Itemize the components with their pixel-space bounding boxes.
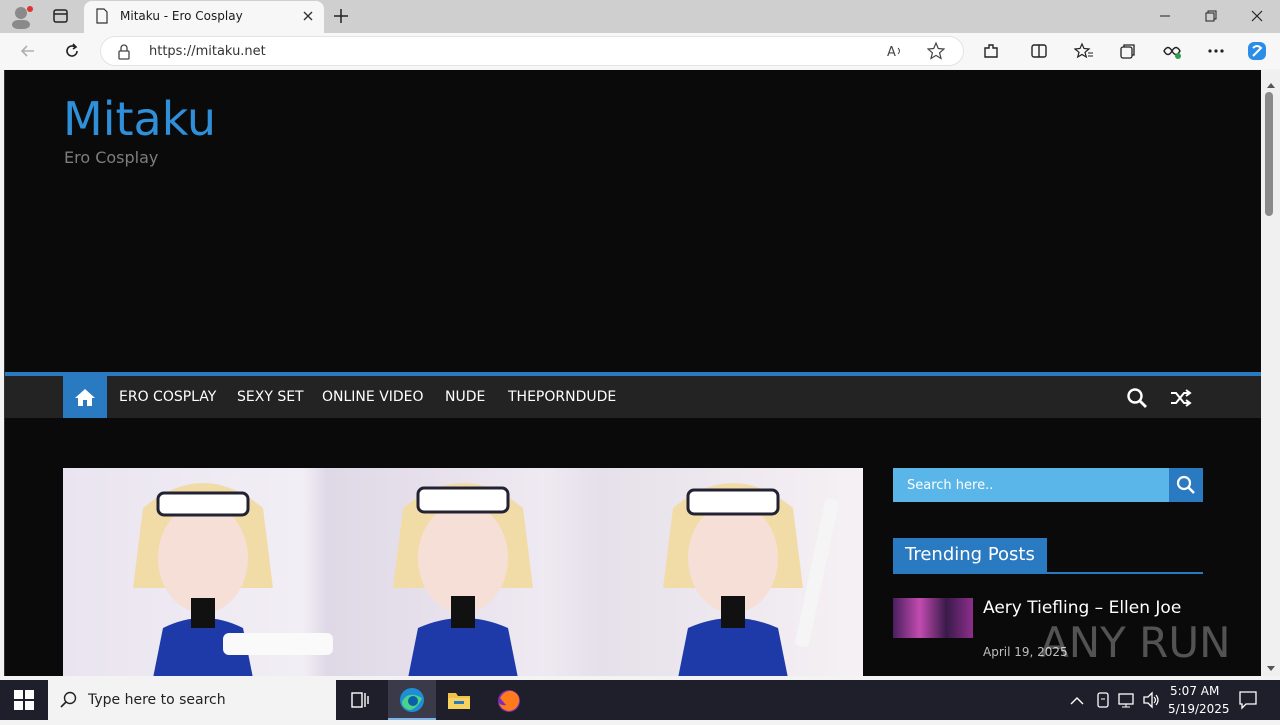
site-title[interactable]: Mitaku xyxy=(63,92,216,146)
search-input[interactable] xyxy=(893,468,1169,502)
page-icon xyxy=(96,8,108,24)
home-icon[interactable] xyxy=(63,376,107,418)
active-tab[interactable]: Mitaku - Ero Cosplay xyxy=(84,1,324,33)
file-explorer-icon[interactable] xyxy=(446,688,472,717)
notifications-icon[interactable] xyxy=(1238,690,1258,715)
post-title-link[interactable]: Aery Tiefling – Ellen Joe xyxy=(983,598,1181,618)
split-screen-icon[interactable] xyxy=(1027,39,1051,63)
scroll-down-icon[interactable] xyxy=(1266,660,1276,678)
edge-taskbar-button[interactable] xyxy=(388,680,436,720)
search-icon[interactable] xyxy=(1126,387,1148,414)
cosplay-figure-center xyxy=(393,483,533,676)
windows-start-icon[interactable] xyxy=(14,690,34,715)
firefox-icon[interactable] xyxy=(496,688,522,719)
favorites-icon[interactable] xyxy=(1072,39,1096,63)
cosplay-figure-left xyxy=(133,483,333,676)
watermark-text: ANY RUN xyxy=(1040,618,1231,667)
extensions-icon[interactable] xyxy=(979,39,1003,63)
trending-posts-title: Trending Posts xyxy=(893,538,1047,572)
menu-item-theporndude[interactable]: THEPORNDUDE xyxy=(508,389,616,405)
taskbar-search-placeholder: Type here to search xyxy=(88,692,226,708)
read-aloud-icon[interactable]: A xyxy=(887,43,905,64)
menu-item-online-video[interactable]: ONLINE VIDEO xyxy=(322,389,424,405)
taskbar-search-box[interactable]: Type here to search xyxy=(48,680,336,720)
random-post-icon[interactable] xyxy=(1170,388,1192,413)
refresh-icon[interactable] xyxy=(60,39,84,63)
address-bar[interactable]: https://mitaku.net A xyxy=(100,36,964,66)
close-tab-icon[interactable] xyxy=(300,8,316,24)
menu-item-sexy-set[interactable]: SEXY SET xyxy=(237,389,304,405)
favorite-star-icon[interactable] xyxy=(926,41,946,65)
url-text[interactable]: https://mitaku.net xyxy=(149,44,266,59)
collections-icon[interactable] xyxy=(1116,39,1140,63)
minimize-button[interactable] xyxy=(1142,4,1188,28)
back-icon[interactable] xyxy=(16,39,40,63)
windows-taskbar: Type here to search 5:07 AM 5/19/2025 xyxy=(0,680,1280,720)
main-navigation: ERO COSPLAY SEXY SET ONLINE VIDEO NUDE T… xyxy=(5,372,1261,418)
featured-post-image[interactable] xyxy=(63,468,863,676)
chevron-up-icon[interactable] xyxy=(1070,693,1084,711)
cosplay-figure-right xyxy=(663,483,839,676)
browser-tab-strip: Mitaku - Ero Cosplay xyxy=(0,0,1280,33)
network-icon[interactable] xyxy=(1118,691,1136,714)
site-tagline: Ero Cosplay xyxy=(64,148,159,167)
page-scrollbar[interactable] xyxy=(1261,70,1280,676)
new-tab-icon[interactable] xyxy=(330,5,352,27)
post-thumbnail[interactable] xyxy=(893,598,973,638)
clock-time[interactable]: 5:07 AM xyxy=(1170,684,1219,698)
copilot-icon[interactable] xyxy=(1245,39,1269,63)
svg-text:A: A xyxy=(887,45,896,59)
trending-posts-header: Trending Posts xyxy=(893,538,1203,574)
lock-icon[interactable] xyxy=(117,44,131,65)
menu-item-nude[interactable]: NUDE xyxy=(445,389,485,405)
tab-actions-icon[interactable] xyxy=(50,6,72,26)
task-view-icon[interactable] xyxy=(350,690,370,715)
clock-date[interactable]: 5/19/2025 xyxy=(1168,702,1230,716)
more-options-icon[interactable] xyxy=(1204,39,1228,63)
profile-avatar-icon[interactable] xyxy=(8,5,34,29)
search-submit-icon[interactable] xyxy=(1169,468,1203,502)
restore-button[interactable] xyxy=(1188,4,1234,28)
sidebar-search xyxy=(893,468,1203,502)
edge-icon xyxy=(400,688,424,712)
menu-item-ero-cosplay[interactable]: ERO COSPLAY xyxy=(119,389,216,405)
device-icon[interactable] xyxy=(1095,691,1111,714)
volume-icon[interactable] xyxy=(1142,691,1160,714)
close-window-button[interactable] xyxy=(1234,4,1280,28)
tab-title: Mitaku - Ero Cosplay xyxy=(120,9,243,23)
browser-essentials-icon[interactable] xyxy=(1160,39,1184,63)
browser-toolbar: https://mitaku.net A xyxy=(0,33,1280,69)
scroll-thumb[interactable] xyxy=(1265,92,1273,216)
search-icon xyxy=(60,691,78,714)
web-page: Mitaku Ero Cosplay ERO COSPLAY SEXY SET … xyxy=(4,70,1261,676)
